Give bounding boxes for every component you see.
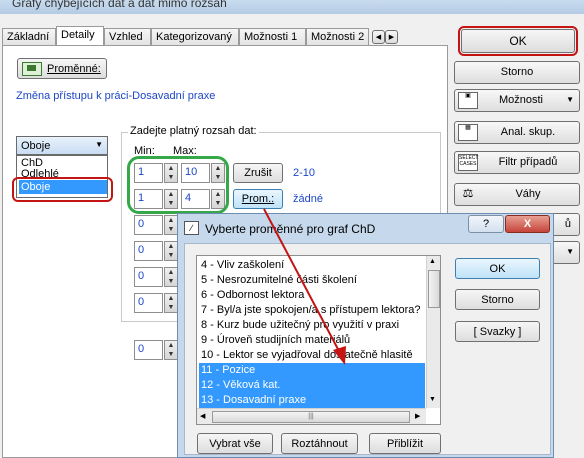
- group-analysis-icon: ▦: [458, 124, 478, 141]
- tab-details[interactable]: Detaily: [56, 26, 104, 46]
- zoom-button[interactable]: Přiblížit: [369, 433, 441, 454]
- list-item[interactable]: 9 - Úroveň studijních materiálů: [199, 333, 425, 348]
- cancel-button[interactable]: Storno: [454, 61, 580, 84]
- horizontal-scroll-thumb[interactable]: |||: [212, 411, 410, 423]
- list-item[interactable]: 5 - Nesrozumitelné části školení: [199, 273, 425, 288]
- close-icon[interactable]: X: [505, 215, 550, 233]
- list-item-selected[interactable]: 12 - Věková kat.: [199, 378, 425, 393]
- scroll-down-icon[interactable]: ▼: [429, 396, 436, 403]
- group-analysis-button[interactable]: ▦ Anal. skup.: [454, 121, 580, 144]
- variables-button[interactable]: Proměnné:: [17, 58, 107, 79]
- weights-label: Váhy: [515, 188, 541, 200]
- list-item[interactable]: 8 - Kurz bude užitečný pro využití v pra…: [199, 318, 425, 333]
- range-info-row-2: žádné: [293, 193, 323, 205]
- tab-options-1[interactable]: Možnosti 1: [239, 28, 306, 45]
- range-group-title: Zadejte platný rozsah dat:: [128, 125, 259, 137]
- min-stepper-row-4[interactable]: ▲ ▼: [164, 241, 178, 261]
- tab-scroll-arrows[interactable]: ◀ ▶: [372, 30, 398, 44]
- select-cases-icon: SELECT CASES: [458, 154, 478, 171]
- variable-listbox[interactable]: 4 - Vliv zaškolení 5 - Nesrozumitelné čá…: [196, 255, 441, 425]
- expand-button[interactable]: Roztáhnout: [281, 433, 358, 454]
- main-title-bar: Grafy chybějících dat a dat mimo rozsah: [0, 0, 584, 14]
- help-button[interactable]: ?: [468, 215, 504, 233]
- list-item-selected[interactable]: 11 - Pozice: [199, 363, 425, 378]
- mode-select[interactable]: Oboje ▼: [16, 136, 108, 155]
- annotation-red-box-mode: [12, 177, 113, 202]
- min-input-row-5[interactable]: 0: [134, 267, 163, 287]
- chart-icon: ∕: [184, 221, 199, 235]
- chevron-down-icon: ▼: [566, 247, 574, 256]
- annotation-red-box-ok: [458, 26, 578, 56]
- list-item[interactable]: 4 - Vliv zaškolení: [199, 258, 425, 273]
- vertical-scrollbar[interactable]: ▲ ▼: [426, 256, 440, 408]
- scroll-left-icon[interactable]: ◀: [200, 412, 205, 420]
- select-all-button[interactable]: Vybrat vše: [197, 433, 273, 454]
- min-stepper-row-3[interactable]: ▲ ▼: [164, 215, 178, 235]
- scroll-up-icon[interactable]: ▲: [429, 258, 436, 265]
- weight-icon: ⚖: [462, 186, 474, 200]
- annotation-green-box-range: [127, 156, 229, 214]
- clear-range-button[interactable]: Zrušit: [233, 163, 283, 183]
- tab-strip: Základní Detaily Vzhled Kategorizovaný M…: [0, 26, 448, 46]
- min-input-row-4[interactable]: 0: [134, 241, 163, 261]
- partially-hidden-label: ů: [564, 218, 571, 230]
- variables-range-button[interactable]: Prom.:: [233, 189, 283, 209]
- chevron-down-icon: ▼: [95, 140, 103, 149]
- options-button[interactable]: ▣ Možnosti ▼: [454, 89, 580, 112]
- mode-select-value: Oboje: [21, 140, 51, 152]
- dialog-ok-button[interactable]: OK: [455, 258, 540, 279]
- tab-basic[interactable]: Základní: [2, 28, 56, 45]
- tab-appearance[interactable]: Vzhled: [104, 28, 151, 45]
- variables-button-label: Proměnné:: [47, 62, 101, 75]
- cancel-button-label: Storno: [500, 66, 534, 78]
- dialog-cancel-button[interactable]: Storno: [455, 289, 540, 310]
- min-input-row-3[interactable]: 0: [134, 215, 163, 235]
- case-filter-button[interactable]: SELECT CASES Filtr případů: [454, 151, 580, 174]
- min-stepper-row-6[interactable]: ▲ ▼: [164, 293, 178, 313]
- list-item[interactable]: 10 - Lektor se vyjadřoval dostatečně hla…: [199, 348, 425, 363]
- case-filter-label: Filtr případů: [498, 156, 558, 168]
- options-icon: ▣: [458, 92, 478, 109]
- options-dropdown-icon: ▼: [566, 95, 574, 104]
- weights-button[interactable]: ⚖ Váhy: [454, 183, 580, 206]
- horizontal-scrollbar[interactable]: ◀ ||| ▶: [197, 408, 426, 424]
- dialog-title: Vyberte proměnné pro graf ChD: [205, 222, 376, 236]
- min-input-row-6[interactable]: 0: [134, 293, 163, 313]
- range-info-row-1: 2-10: [293, 167, 316, 179]
- min-stepper-row-5[interactable]: ▲ ▼: [164, 267, 178, 287]
- list-item[interactable]: 6 - Odbornost lektora: [199, 288, 425, 303]
- tab-categorized[interactable]: Kategorizovaný: [151, 28, 239, 45]
- tab-options-2[interactable]: Možnosti 2: [306, 28, 369, 45]
- list-item[interactable]: 7 - Byl/a jste spokojen/a s přístupem le…: [199, 303, 425, 318]
- vertical-scroll-thumb[interactable]: [428, 270, 440, 308]
- options-button-label: Možnosti: [498, 94, 544, 106]
- mode-option-chd[interactable]: ChD: [19, 157, 43, 169]
- main-window-title: Grafy chybějících dat a dat mimo rozsah: [12, 0, 227, 10]
- tab-scroll-right-icon[interactable]: ▶: [385, 30, 398, 44]
- group-analysis-label: Anal. skup.: [500, 126, 556, 138]
- links-button[interactable]: [ Svazky ]: [455, 321, 540, 342]
- list-item-selected[interactable]: 13 - Dosavadní praxe: [199, 393, 425, 408]
- min-input-row-7[interactable]: 0: [134, 340, 163, 360]
- tab-scroll-left-icon[interactable]: ◀: [372, 30, 385, 44]
- selected-variable-link[interactable]: Změna přístupu k práci-Dosavadní praxe: [16, 90, 215, 102]
- variables-icon: [22, 61, 42, 76]
- min-stepper-row-7[interactable]: ▲ ▼: [164, 340, 178, 360]
- scroll-right-icon[interactable]: ▶: [415, 412, 420, 420]
